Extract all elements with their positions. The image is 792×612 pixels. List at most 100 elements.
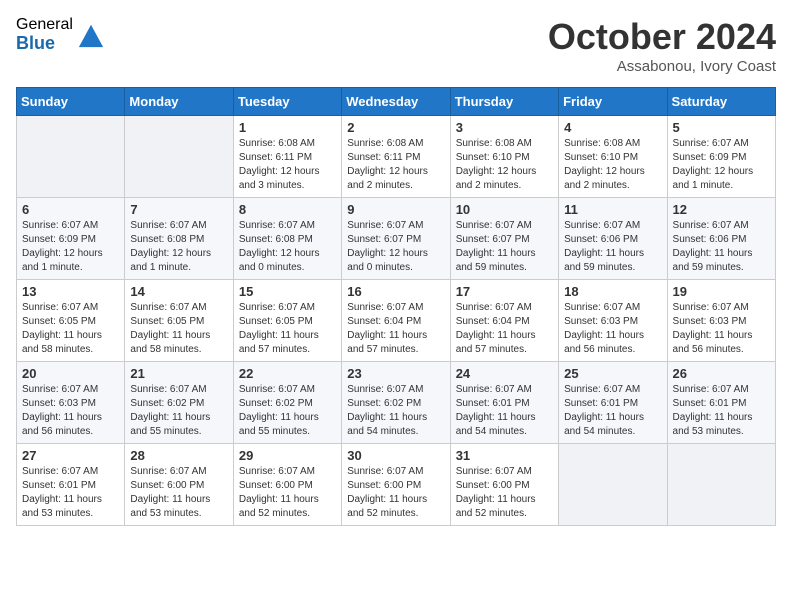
calendar-cell: 7 Sunrise: 6:07 AM Sunset: 6:08 PM Daylig… — [125, 198, 233, 280]
week-row-1: 1Sunrise: 6:08 AM Sunset: 6:11 PM Daylig… — [17, 116, 776, 198]
calendar-cell — [17, 116, 125, 198]
day-number: 2 — [347, 120, 444, 135]
week-row-2: 6Sunrise: 6:07 AM Sunset: 6:09 PM Daylig… — [17, 198, 776, 280]
day-info: Sunrise: 6:08 AM Sunset: 6:10 PM Dayligh… — [564, 137, 661, 193]
day-info: Sunrise: 6:07 AM Sunset: 6:08 PM Dayligh… — [239, 219, 336, 275]
day-number: 10 — [456, 202, 553, 217]
header-day-thursday: Thursday — [450, 88, 558, 116]
day-info: Sunrise: 6:07 AM Sunset: 6:00 PM Dayligh… — [239, 465, 336, 521]
day-number: 11 — [564, 202, 661, 217]
calendar-cell: 20 Sunrise: 6:07 AM Sunset: 6:03 PM Dayli… — [17, 362, 125, 444]
calendar-cell: 9Sunrise: 6:07 AM Sunset: 6:07 PM Daylig… — [342, 198, 450, 280]
day-info: Sunrise: 6:07 AM Sunset: 6:01 PM Dayligh… — [673, 383, 770, 439]
logo: General Blue — [16, 16, 105, 53]
day-info: Sunrise: 6:07 AM Sunset: 6:04 PM Dayligh… — [347, 301, 444, 357]
day-number: 24 — [456, 366, 553, 381]
calendar-cell: 11 Sunrise: 6:07 AM Sunset: 6:06 PM Dayli… — [559, 198, 667, 280]
calendar-cell: 24 Sunrise: 6:07 AM Sunset: 6:01 PM Dayli… — [450, 362, 558, 444]
day-number: 18 — [564, 284, 661, 299]
day-number: 27 — [22, 448, 119, 463]
day-info: Sunrise: 6:07 AM Sunset: 6:00 PM Dayligh… — [456, 465, 553, 521]
calendar-cell — [559, 444, 667, 526]
day-info: Sunrise: 6:07 AM Sunset: 6:06 PM Dayligh… — [564, 219, 661, 275]
location: Assabonou, Ivory Coast — [548, 58, 776, 75]
calendar-cell: 29Sunrise: 6:07 AM Sunset: 6:00 PM Dayli… — [233, 444, 341, 526]
day-info: Sunrise: 6:08 AM Sunset: 6:11 PM Dayligh… — [239, 137, 336, 193]
calendar-cell: 6Sunrise: 6:07 AM Sunset: 6:09 PM Daylig… — [17, 198, 125, 280]
day-number: 19 — [673, 284, 770, 299]
logo-general: General — [16, 16, 73, 34]
day-number: 7 — [130, 202, 227, 217]
day-info: Sunrise: 6:07 AM Sunset: 6:08 PM Dayligh… — [130, 219, 227, 275]
day-info: Sunrise: 6:07 AM Sunset: 6:02 PM Dayligh… — [347, 383, 444, 439]
calendar-cell: 22 Sunrise: 6:07 AM Sunset: 6:02 PM Dayli… — [233, 362, 341, 444]
calendar-cell: 25 Sunrise: 6:07 AM Sunset: 6:01 PM Dayli… — [559, 362, 667, 444]
calendar-cell: 4 Sunrise: 6:08 AM Sunset: 6:10 PM Daylig… — [559, 116, 667, 198]
day-info: Sunrise: 6:07 AM Sunset: 6:01 PM Dayligh… — [456, 383, 553, 439]
calendar-cell: 26 Sunrise: 6:07 AM Sunset: 6:01 PM Dayli… — [667, 362, 775, 444]
day-number: 17 — [456, 284, 553, 299]
day-info: Sunrise: 6:07 AM Sunset: 6:07 PM Dayligh… — [347, 219, 444, 275]
day-number: 13 — [22, 284, 119, 299]
calendar-cell — [125, 116, 233, 198]
calendar-cell: 28 Sunrise: 6:07 AM Sunset: 6:00 PM Dayli… — [125, 444, 233, 526]
month-title: October 2024 — [548, 16, 776, 58]
header-row: SundayMondayTuesdayWednesdayThursdayFrid… — [17, 88, 776, 116]
day-info: Sunrise: 6:07 AM Sunset: 6:05 PM Dayligh… — [130, 301, 227, 357]
week-row-5: 27 Sunrise: 6:07 AM Sunset: 6:01 PM Dayli… — [17, 444, 776, 526]
day-number: 4 — [564, 120, 661, 135]
calendar-cell: 19 Sunrise: 6:07 AM Sunset: 6:03 PM Dayli… — [667, 280, 775, 362]
day-info: Sunrise: 6:07 AM Sunset: 6:02 PM Dayligh… — [239, 383, 336, 439]
calendar-cell: 14Sunrise: 6:07 AM Sunset: 6:05 PM Dayli… — [125, 280, 233, 362]
header-day-monday: Monday — [125, 88, 233, 116]
day-number: 3 — [456, 120, 553, 135]
day-info: Sunrise: 6:07 AM Sunset: 6:05 PM Dayligh… — [22, 301, 119, 357]
day-info: Sunrise: 6:07 AM Sunset: 6:04 PM Dayligh… — [456, 301, 553, 357]
calendar-cell: 23 Sunrise: 6:07 AM Sunset: 6:02 PM Dayli… — [342, 362, 450, 444]
day-number: 22 — [239, 366, 336, 381]
day-info: Sunrise: 6:07 AM Sunset: 6:06 PM Dayligh… — [673, 219, 770, 275]
header-day-wednesday: Wednesday — [342, 88, 450, 116]
day-info: Sunrise: 6:07 AM Sunset: 6:05 PM Dayligh… — [239, 301, 336, 357]
day-number: 16 — [347, 284, 444, 299]
logo-icon — [77, 21, 105, 49]
calendar-cell: 18Sunrise: 6:07 AM Sunset: 6:03 PM Dayli… — [559, 280, 667, 362]
calendar-cell: 1Sunrise: 6:08 AM Sunset: 6:11 PM Daylig… — [233, 116, 341, 198]
day-info: Sunrise: 6:08 AM Sunset: 6:11 PM Dayligh… — [347, 137, 444, 193]
logo-blue: Blue — [16, 34, 73, 54]
day-info: Sunrise: 6:07 AM Sunset: 6:00 PM Dayligh… — [130, 465, 227, 521]
day-number: 28 — [130, 448, 227, 463]
calendar-cell: 13 Sunrise: 6:07 AM Sunset: 6:05 PM Dayli… — [17, 280, 125, 362]
calendar-cell: 5 Sunrise: 6:07 AM Sunset: 6:09 PM Daylig… — [667, 116, 775, 198]
day-info: Sunrise: 6:07 AM Sunset: 6:03 PM Dayligh… — [673, 301, 770, 357]
title-block: October 2024 Assabonou, Ivory Coast — [548, 16, 776, 75]
day-number: 21 — [130, 366, 227, 381]
calendar-cell: 30 Sunrise: 6:07 AM Sunset: 6:00 PM Dayli… — [342, 444, 450, 526]
week-row-4: 20 Sunrise: 6:07 AM Sunset: 6:03 PM Dayli… — [17, 362, 776, 444]
page-header: General Blue October 2024 Assabonou, Ivo… — [16, 16, 776, 75]
day-info: Sunrise: 6:07 AM Sunset: 6:01 PM Dayligh… — [564, 383, 661, 439]
header-day-sunday: Sunday — [17, 88, 125, 116]
calendar-body: 1Sunrise: 6:08 AM Sunset: 6:11 PM Daylig… — [17, 116, 776, 526]
calendar-cell: 12Sunrise: 6:07 AM Sunset: 6:06 PM Dayli… — [667, 198, 775, 280]
header-day-friday: Friday — [559, 88, 667, 116]
day-info: Sunrise: 6:07 AM Sunset: 6:09 PM Dayligh… — [673, 137, 770, 193]
day-number: 15 — [239, 284, 336, 299]
day-number: 23 — [347, 366, 444, 381]
day-info: Sunrise: 6:07 AM Sunset: 6:03 PM Dayligh… — [22, 383, 119, 439]
day-number: 25 — [564, 366, 661, 381]
day-info: Sunrise: 6:07 AM Sunset: 6:01 PM Dayligh… — [22, 465, 119, 521]
day-info: Sunrise: 6:07 AM Sunset: 6:00 PM Dayligh… — [347, 465, 444, 521]
day-number: 26 — [673, 366, 770, 381]
calendar-cell: 3 Sunrise: 6:08 AM Sunset: 6:10 PM Daylig… — [450, 116, 558, 198]
calendar-cell: 31Sunrise: 6:07 AM Sunset: 6:00 PM Dayli… — [450, 444, 558, 526]
calendar-cell: 27 Sunrise: 6:07 AM Sunset: 6:01 PM Dayli… — [17, 444, 125, 526]
calendar-header: SundayMondayTuesdayWednesdayThursdayFrid… — [17, 88, 776, 116]
day-number: 5 — [673, 120, 770, 135]
day-number: 20 — [22, 366, 119, 381]
day-number: 30 — [347, 448, 444, 463]
day-info: Sunrise: 6:07 AM Sunset: 6:09 PM Dayligh… — [22, 219, 119, 275]
day-info: Sunrise: 6:08 AM Sunset: 6:10 PM Dayligh… — [456, 137, 553, 193]
calendar-cell — [667, 444, 775, 526]
calendar-cell: 2 Sunrise: 6:08 AM Sunset: 6:11 PM Daylig… — [342, 116, 450, 198]
